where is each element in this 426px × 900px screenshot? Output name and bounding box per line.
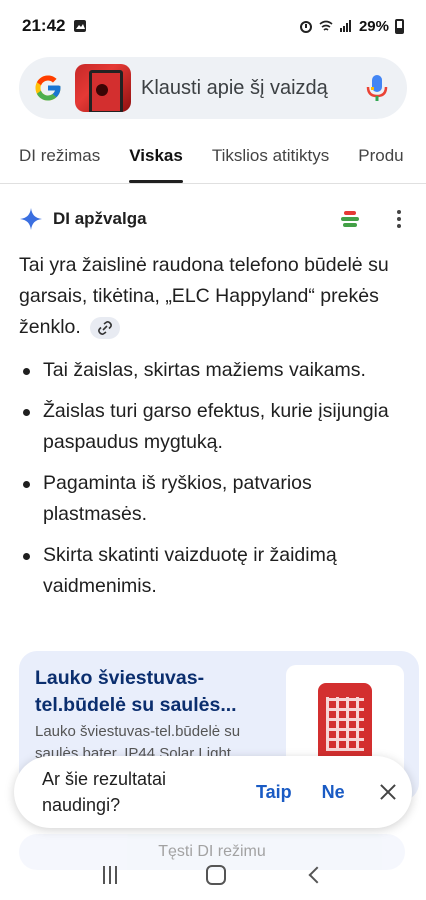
ai-summary-text: Tai yra žaislinė raudona telefono būdelė…: [19, 254, 389, 338]
ai-overview-title: DI apžvalga: [53, 209, 147, 228]
battery-percent: 29%: [358, 17, 389, 35]
google-logo-icon[interactable]: [33, 73, 63, 103]
ai-bullet-list: Tai žaislas, skirtas mažiems vaikams. Ža…: [19, 355, 399, 612]
gallery-icon: [74, 20, 87, 32]
list-item: Žaislas turi garso efektus, kurie įsijun…: [19, 396, 399, 458]
feedback-no-button[interactable]: Ne: [322, 782, 345, 803]
tab-exact-matches[interactable]: Tikslios atitiktys: [212, 130, 329, 183]
signal-icon: [339, 20, 351, 32]
status-bar: 21:42 29%: [0, 0, 426, 52]
search-bar[interactable]: Klausti apie šį vaizdą: [19, 57, 407, 119]
close-icon[interactable]: [379, 783, 397, 801]
labs-icon[interactable]: [335, 204, 365, 234]
link-icon: [98, 320, 113, 335]
recents-icon[interactable]: [102, 866, 121, 884]
alarm-icon: [299, 21, 312, 33]
source-link-chip[interactable]: [90, 316, 121, 339]
status-time: 21:42: [22, 16, 66, 35]
search-input[interactable]: Klausti apie šį vaizdą: [141, 77, 365, 100]
home-icon[interactable]: [205, 865, 226, 885]
tab-ai-mode[interactable]: DI režimas: [19, 130, 100, 183]
list-item: Pagaminta iš ryškios, patvarios plastmas…: [19, 468, 399, 530]
result-card-title[interactable]: Lauko šviestuvas-tel.būdelė su saulės...: [35, 665, 275, 719]
search-tabs: DI režimas Viskas Tikslios atitiktys Pro…: [0, 130, 426, 184]
tab-products[interactable]: Produ: [358, 130, 403, 183]
feedback-question: Ar šie rezultatai naudingi?: [42, 769, 167, 815]
list-item: Tai žaislas, skirtas mažiems vaikams.: [19, 355, 399, 386]
list-item: Skirta skatinti vaizduotę ir žaidimą vai…: [19, 540, 399, 602]
tab-all[interactable]: Viskas: [129, 130, 183, 183]
mic-icon[interactable]: [365, 73, 389, 103]
wifi-icon: [319, 20, 333, 31]
battery-icon: [395, 18, 404, 34]
ai-summary: Tai yra žaislinė raudona telefono būdelė…: [19, 250, 399, 343]
sparkle-icon: [20, 208, 42, 230]
feedback-yes-button[interactable]: Taip: [256, 782, 292, 803]
feedback-prompt: Ar šie rezultatai naudingi? Taip Ne: [14, 756, 412, 828]
more-options-icon[interactable]: [389, 206, 409, 232]
android-nav-bar: [0, 850, 426, 900]
ai-overview-header: DI apžvalga: [19, 204, 409, 234]
search-image-thumbnail[interactable]: [75, 64, 131, 112]
back-icon[interactable]: [308, 866, 326, 884]
